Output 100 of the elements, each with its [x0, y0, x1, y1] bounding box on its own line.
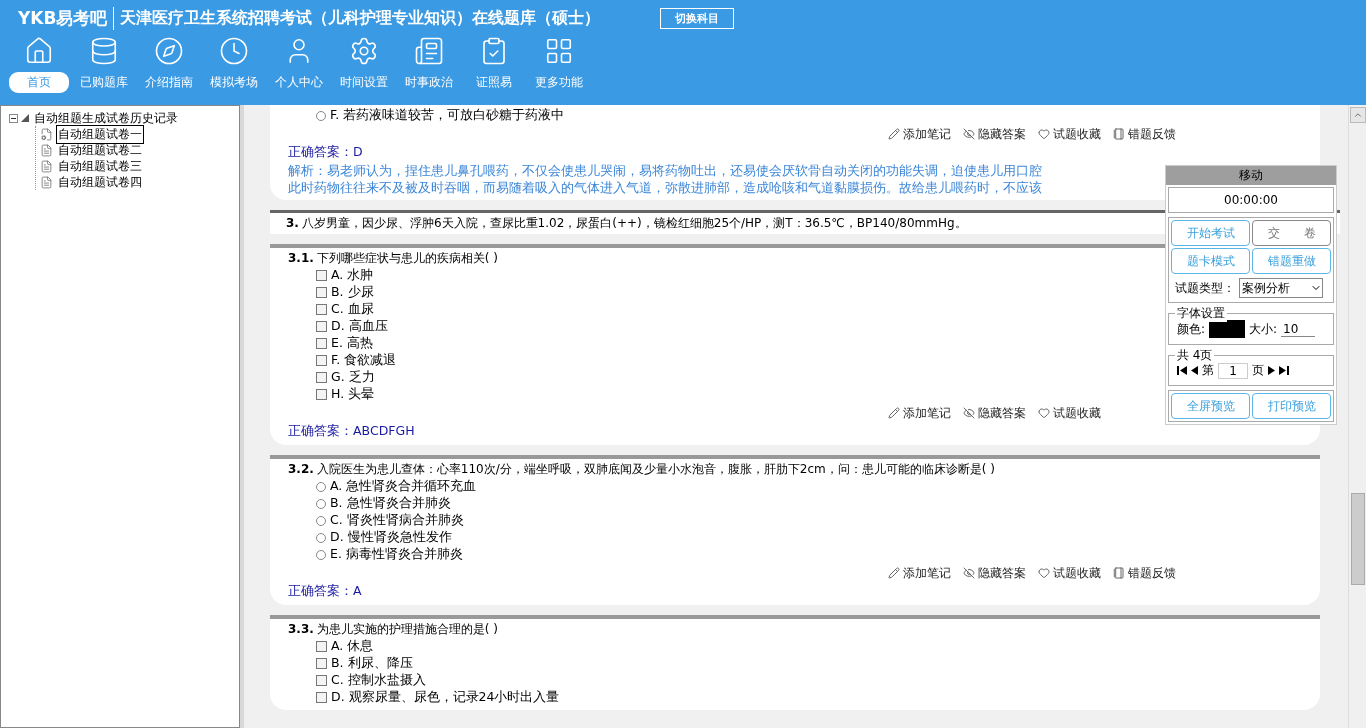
color-swatch[interactable]	[1209, 320, 1246, 338]
logo: YKB易考吧	[18, 6, 115, 30]
scroll-thumb[interactable]	[1351, 493, 1365, 585]
question-text: 3.1. 下列哪些症状与患儿的疾病相关( )	[288, 250, 498, 267]
type-label: 试题类型：	[1175, 279, 1235, 297]
radio-button[interactable]	[316, 515, 326, 526]
checkbox[interactable]	[316, 270, 327, 281]
panel-title[interactable]: 移动	[1166, 166, 1336, 185]
heart-icon	[1038, 567, 1050, 579]
newspaper-icon[interactable]	[413, 36, 444, 66]
page-title: 天津医疗卫生系统招聘考试（儿科护理专业知识）在线题库（硕士）	[120, 7, 601, 29]
pencil-icon	[888, 128, 900, 140]
last-page-icon[interactable]	[1279, 366, 1289, 375]
pencil-icon	[888, 407, 900, 419]
collapse-icon[interactable]	[9, 113, 18, 123]
document-icon	[40, 175, 53, 189]
checkbox[interactable]	[316, 389, 327, 400]
radio-button[interactable]	[316, 549, 326, 560]
checkbox[interactable]	[316, 692, 327, 703]
option-text: B. 少尿	[331, 284, 374, 301]
option-text: A. 水肿	[331, 267, 374, 284]
arrow-up-icon	[1353, 110, 1363, 120]
add-note-button[interactable]: 添加笔记	[888, 404, 951, 422]
heart-icon	[1038, 407, 1050, 419]
radio-button[interactable]	[316, 481, 326, 492]
option-text: E. 病毒性肾炎合并肺炎	[330, 546, 463, 563]
document-icon	[40, 159, 53, 173]
document-icon	[40, 127, 53, 141]
report-error-button[interactable]: 错题反馈	[1113, 564, 1176, 582]
checkbox[interactable]	[316, 338, 327, 349]
correct-answer: 正确答案：ABCDFGH	[288, 423, 415, 440]
analysis-text: 解析：易老师认为，捏住患儿鼻孔喂药，不仅会使患儿哭闹，易将药物吐出，还易使会厌软骨自动关闭的功能失调，迫使患儿用口腔	[288, 162, 1042, 179]
option-text: D. 观察尿量、尿色，记录24小时出入量	[331, 689, 560, 706]
checkbox[interactable]	[316, 675, 327, 686]
hide-answer-button[interactable]: 隐藏答案	[963, 564, 1026, 582]
option-text: C. 肾炎性肾病合并肺炎	[330, 512, 464, 529]
timer: 00:00:00	[1168, 187, 1334, 213]
add-note-button[interactable]: 添加笔记	[888, 125, 951, 143]
scroll-up-button[interactable]	[1350, 107, 1366, 123]
radio-button[interactable]	[316, 498, 326, 509]
option-text: F. 食欲减退	[331, 352, 397, 369]
hide-answer-button[interactable]: 隐藏答案	[963, 125, 1026, 143]
pencil-icon	[888, 567, 900, 579]
option-text: D. 高血压	[331, 318, 388, 335]
heart-icon	[1038, 128, 1050, 140]
clock-icon[interactable]	[218, 36, 249, 66]
option-text: B. 急性肾炎合并肺炎	[330, 495, 451, 512]
type-dropdown[interactable]: 案例分析	[1239, 278, 1323, 298]
page-suffix: 页	[1252, 362, 1264, 379]
eye-slash-icon	[963, 407, 975, 419]
document-icon	[40, 143, 53, 157]
radio-button[interactable]	[316, 532, 326, 543]
panel-button[interactable]: 交 卷	[1252, 220, 1331, 246]
checkbox[interactable]	[316, 658, 327, 669]
option-text: G. 乏力	[331, 369, 375, 386]
favorite-button[interactable]: 试题收藏	[1038, 404, 1101, 422]
notebook-icon	[1113, 128, 1125, 140]
option-text: F. 若药液味道较苦，可放白砂糖于药液中	[330, 107, 565, 124]
add-note-button[interactable]: 添加笔记	[888, 564, 951, 582]
correct-answer: 正确答案：A	[288, 583, 362, 600]
hide-answer-button[interactable]: 隐藏答案	[963, 404, 1026, 422]
checkbox[interactable]	[316, 287, 327, 298]
checkbox[interactable]	[316, 321, 327, 332]
option-text: B. 利尿、降压	[331, 655, 413, 672]
option-text: A. 休息	[331, 638, 374, 655]
option-text: A. 急性肾炎合并循环充血	[330, 478, 477, 495]
radio-button[interactable]	[316, 110, 326, 121]
size-field[interactable]: 10	[1281, 321, 1316, 337]
option-text: C. 血尿	[331, 301, 374, 318]
previous-page-icon[interactable]	[1191, 366, 1198, 375]
question-text: 3.2. 入院医生为患儿查体：心率110次/分，端坐呼吸，双肺底闻及少量小水泡音，腹胀，肝肋下2cm，问：患儿可能的临床诊断是( )	[288, 461, 995, 478]
next-page-icon[interactable]	[1268, 366, 1275, 375]
size-label: 大小:	[1249, 320, 1278, 338]
checkbox[interactable]	[316, 372, 327, 383]
question-text: 3.3. 为患儿实施的护理措施合理的是( )	[288, 621, 498, 638]
color-label: 颜色:	[1177, 320, 1206, 338]
option-text: E. 高热	[331, 335, 373, 352]
checkbox[interactable]	[316, 641, 327, 652]
option-text: H. 头晕	[331, 386, 375, 403]
compass-icon[interactable]	[153, 36, 184, 66]
favorite-button[interactable]: 试题收藏	[1038, 564, 1101, 582]
eye-slash-icon	[963, 128, 975, 140]
triangle-icon	[21, 114, 29, 122]
checkbox[interactable]	[316, 355, 327, 366]
page-prefix: 第	[1202, 362, 1214, 379]
notebook-icon	[1113, 567, 1125, 579]
scrollbar[interactable]	[1348, 105, 1366, 728]
tree-item[interactable]: 自动组题试卷一	[56, 124, 144, 144]
page-field[interactable]: 1	[1218, 362, 1248, 379]
checkbox[interactable]	[316, 304, 327, 315]
correct-answer: 正确答案：D	[288, 144, 363, 161]
option-text: C. 控制水盐摄入	[331, 672, 426, 689]
page-count: 共 4页	[1175, 347, 1215, 364]
group-title: 字体设置	[1175, 305, 1227, 322]
first-page-icon[interactable]	[1177, 366, 1187, 375]
report-error-button[interactable]: 错题反馈	[1113, 125, 1176, 143]
analysis-text: 此时药物往往来不及被及时吞咽，而易随着吸入的气体进入气道，弥散进肺部，造成呛咳和气道黏膜损伤。故给患儿喂药时，不应该	[288, 179, 1042, 196]
favorite-button[interactable]: 试题收藏	[1038, 125, 1101, 143]
option-text: D. 慢性肾炎急性发作	[330, 529, 452, 546]
eye-slash-icon	[963, 567, 975, 579]
